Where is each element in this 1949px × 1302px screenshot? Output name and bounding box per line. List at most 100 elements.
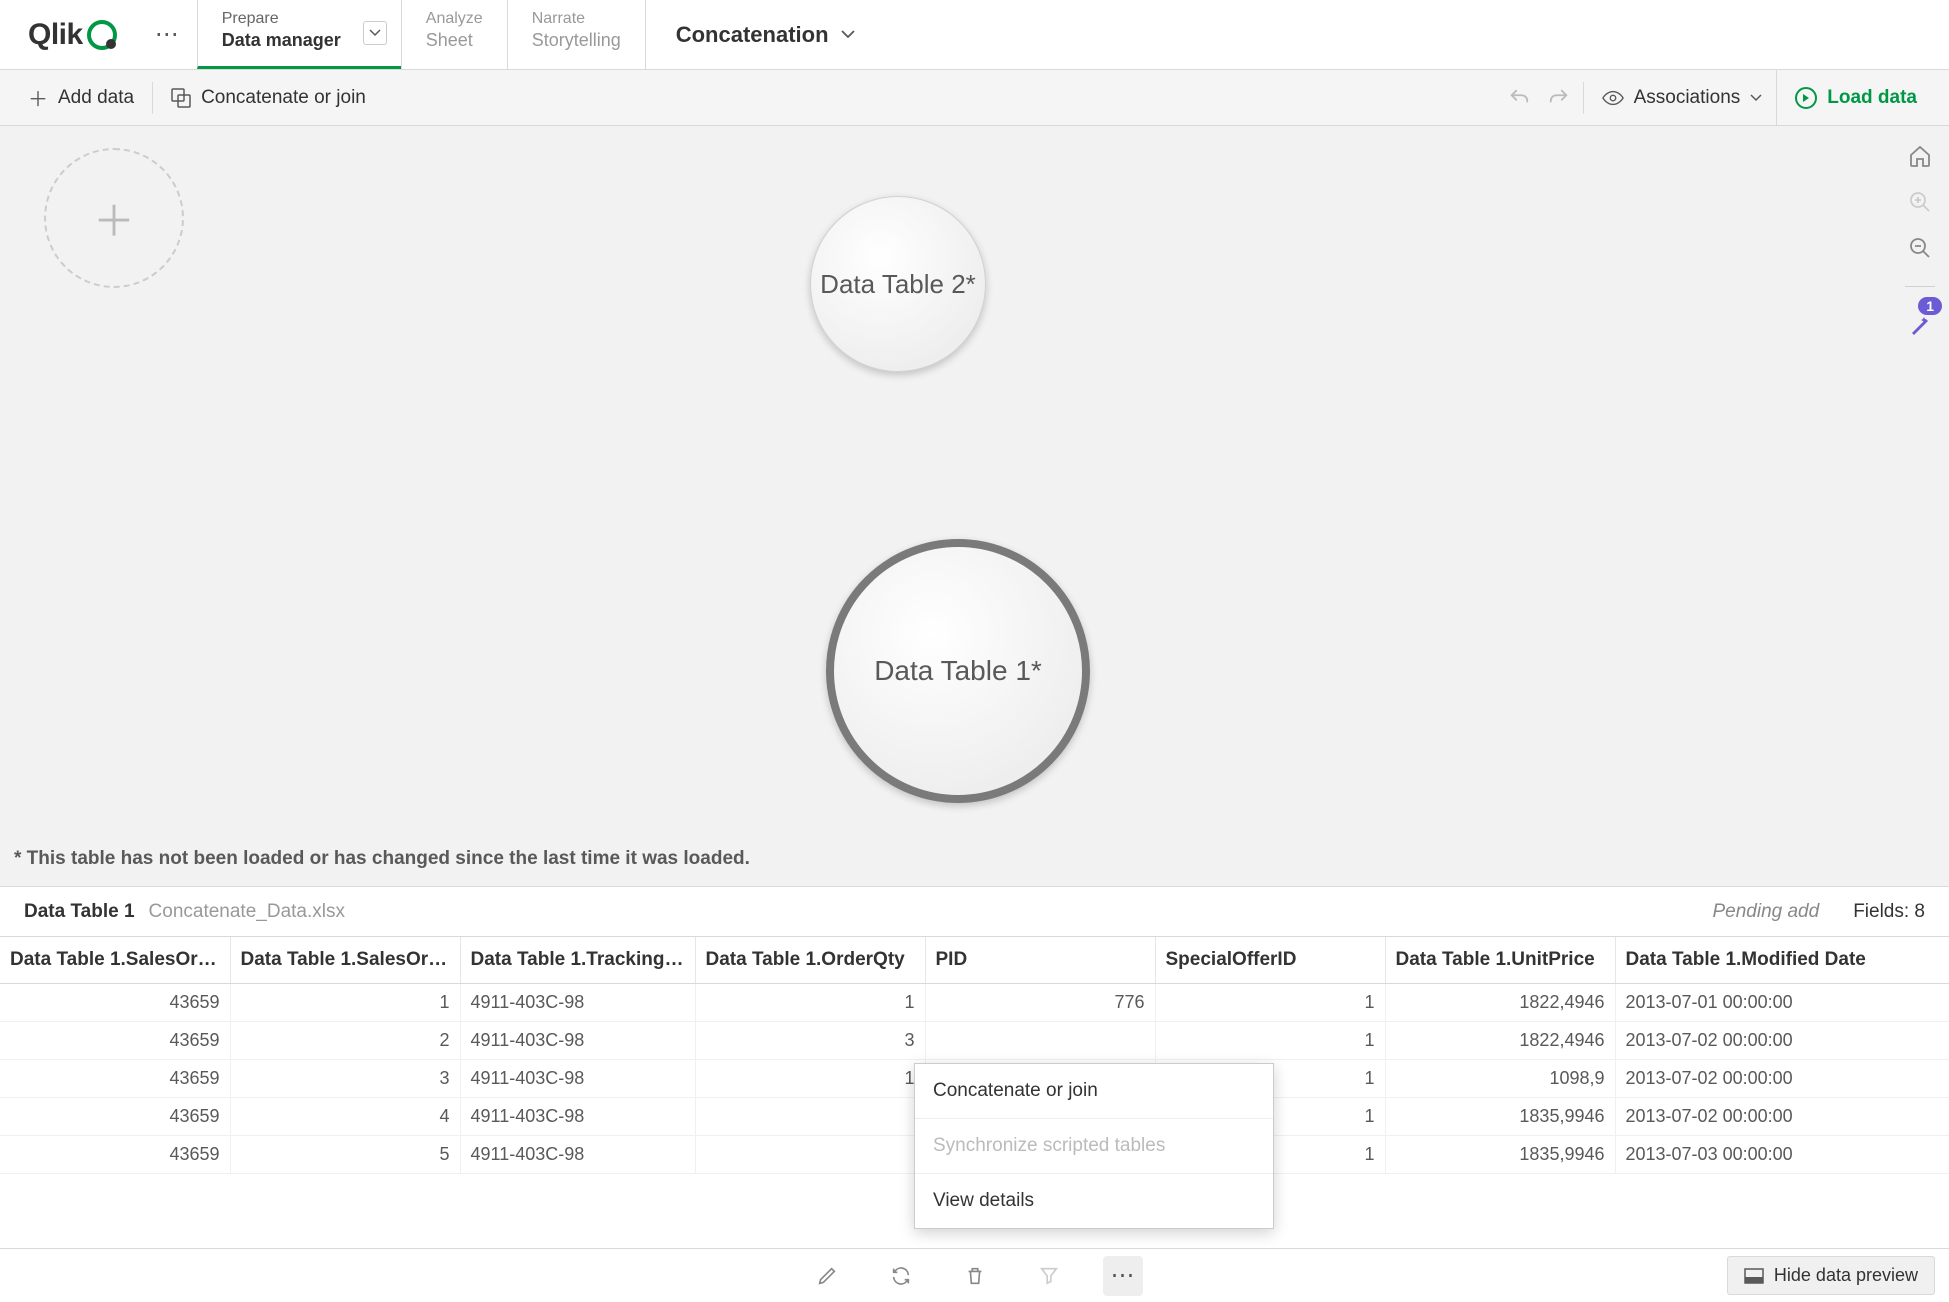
table-cell: 4911-403C-98 [460, 1060, 695, 1098]
app-title: Concatenation [676, 22, 829, 48]
tab-narrate[interactable]: Narrate Storytelling [507, 0, 645, 69]
table-row[interactable]: 4365914911-403C-98177611822,49462013-07-… [0, 984, 1949, 1022]
column-header[interactable]: Data Table 1.UnitPrice [1385, 937, 1615, 984]
column-header[interactable]: Data Table 1.Modified Date [1615, 937, 1949, 984]
context-menu-item[interactable]: View details [915, 1173, 1273, 1228]
eye-icon [1602, 87, 1624, 109]
column-header[interactable]: Data Table 1.Tracking… [460, 937, 695, 984]
table-cell: 4 [230, 1098, 460, 1136]
label: Load data [1827, 87, 1917, 109]
play-icon [1795, 87, 1817, 109]
home-icon[interactable] [1908, 144, 1932, 168]
table-cell: 2013-07-02 00:00:00 [1615, 1098, 1949, 1136]
label: Associations [1634, 87, 1741, 109]
table-cell: 4911-403C-98 [460, 984, 695, 1022]
add-data-button[interactable]: ＋ Add data [14, 75, 148, 120]
divider [1583, 82, 1584, 114]
fields-count: Fields: 8 [1853, 901, 1925, 923]
hide-preview-button[interactable]: Hide data preview [1727, 1256, 1935, 1295]
table-cell: 43659 [0, 1022, 230, 1060]
context-menu-item[interactable]: Concatenate or join [915, 1064, 1273, 1118]
table-cell: 1 [695, 1060, 925, 1098]
bubble-label: Data Table 1* [874, 655, 1042, 687]
table-cell: 2013-07-03 00:00:00 [1615, 1136, 1949, 1174]
global-menu-button[interactable]: ⋯ [137, 0, 197, 69]
table-cell [695, 1098, 925, 1136]
label: Hide data preview [1774, 1265, 1918, 1286]
logo: Qlik [0, 0, 137, 69]
column-header[interactable]: Data Table 1.SalesOr… [0, 937, 230, 984]
zoom-in-icon[interactable] [1908, 190, 1932, 214]
column-header[interactable]: Data Table 1.OrderQty [695, 937, 925, 984]
table-cell: 1835,9946 [1385, 1098, 1615, 1136]
plus-icon: ＋ [28, 83, 48, 112]
tab-small-label: Analyze [426, 10, 483, 28]
table-cell: 43659 [0, 1060, 230, 1098]
app-title-dropdown[interactable]: Concatenation [645, 0, 885, 69]
more-context-menu: Concatenate or joinSynchronize scripted … [914, 1063, 1274, 1229]
delete-icon[interactable] [955, 1256, 995, 1296]
table-cell: 43659 [0, 1098, 230, 1136]
badge-count: 1 [1918, 297, 1942, 315]
table-cell [925, 1022, 1155, 1060]
chevron-down-icon [1750, 94, 1762, 102]
edit-icon[interactable] [807, 1256, 847, 1296]
table-cell [695, 1136, 925, 1174]
preview-table-name: Data Table 1 [24, 901, 135, 923]
table-row[interactable]: 4365924911-403C-98311822,49462013-07-02 … [0, 1022, 1949, 1060]
table-cell: 1822,4946 [1385, 1022, 1615, 1060]
column-header[interactable]: Data Table 1.SalesOr… [230, 937, 460, 984]
table-cell: 43659 [0, 984, 230, 1022]
tab-small-label: Narrate [532, 10, 621, 28]
table-cell: 2013-07-02 00:00:00 [1615, 1022, 1949, 1060]
table-cell: 1098,9 [1385, 1060, 1615, 1098]
label: Add data [58, 87, 134, 109]
more-icon[interactable]: ⋯ [1103, 1256, 1143, 1296]
table-cell: 2 [230, 1022, 460, 1060]
table-cell: 1822,4946 [1385, 984, 1615, 1022]
associations-canvas[interactable]: ＋ Data Table 2* Data Table 1* * This tab… [0, 126, 1949, 886]
column-header[interactable]: PID [925, 937, 1155, 984]
tab-big-label: Sheet [426, 30, 483, 51]
table-cell: 1 [230, 984, 460, 1022]
undo-button[interactable] [1499, 78, 1539, 118]
column-header[interactable]: SpecialOfferID [1155, 937, 1385, 984]
recommendations-icon[interactable]: 1 [1908, 313, 1932, 337]
divider [152, 82, 153, 114]
table-cell: 5 [230, 1136, 460, 1174]
chevron-down-icon [841, 30, 855, 39]
bottom-toolbar: ⋯ Hide data preview [0, 1248, 1949, 1302]
tab-small-label: Prepare [222, 10, 341, 28]
associations-dropdown[interactable]: Associations [1588, 87, 1777, 109]
concatenate-icon [171, 88, 191, 108]
logo-q-icon [87, 20, 117, 50]
preview-header: Data Table 1 Concatenate_Data.xlsx Pendi… [0, 886, 1949, 936]
logo-text: Qlik [28, 18, 83, 52]
sub-toolbar: ＋ Add data Concatenate or join Associati… [0, 70, 1949, 126]
canvas-side-tools: 1 [1905, 144, 1935, 337]
redo-button[interactable] [1539, 78, 1579, 118]
load-data-button[interactable]: Load data [1776, 70, 1935, 125]
label: Concatenate or join [201, 87, 366, 109]
chevron-down-icon[interactable] [363, 21, 387, 45]
canvas-footnote: * This table has not been loaded or has … [14, 848, 750, 870]
table-cell: 1 [695, 984, 925, 1022]
context-menu-item: Synchronize scripted tables [915, 1118, 1273, 1173]
table-cell: 2013-07-01 00:00:00 [1615, 984, 1949, 1022]
tab-prepare[interactable]: Prepare Data manager [197, 0, 401, 69]
table-cell: 43659 [0, 1136, 230, 1174]
concatenate-button[interactable]: Concatenate or join [157, 79, 380, 117]
table-cell: 1 [1155, 984, 1385, 1022]
tab-analyze[interactable]: Analyze Sheet [401, 0, 507, 69]
table-bubble-1[interactable]: Data Table 1* [826, 539, 1090, 803]
add-table-circle[interactable]: ＋ [44, 148, 184, 288]
table-cell: 2013-07-02 00:00:00 [1615, 1060, 1949, 1098]
preview-source: Concatenate_Data.xlsx [149, 901, 345, 923]
bubble-label: Data Table 2* [820, 269, 976, 300]
tab-big-label: Storytelling [532, 30, 621, 51]
zoom-out-icon[interactable] [1908, 236, 1932, 260]
refresh-icon[interactable] [881, 1256, 921, 1296]
filter-icon[interactable] [1029, 1256, 1069, 1296]
table-cell: 4911-403C-98 [460, 1098, 695, 1136]
table-bubble-2[interactable]: Data Table 2* [810, 196, 986, 372]
